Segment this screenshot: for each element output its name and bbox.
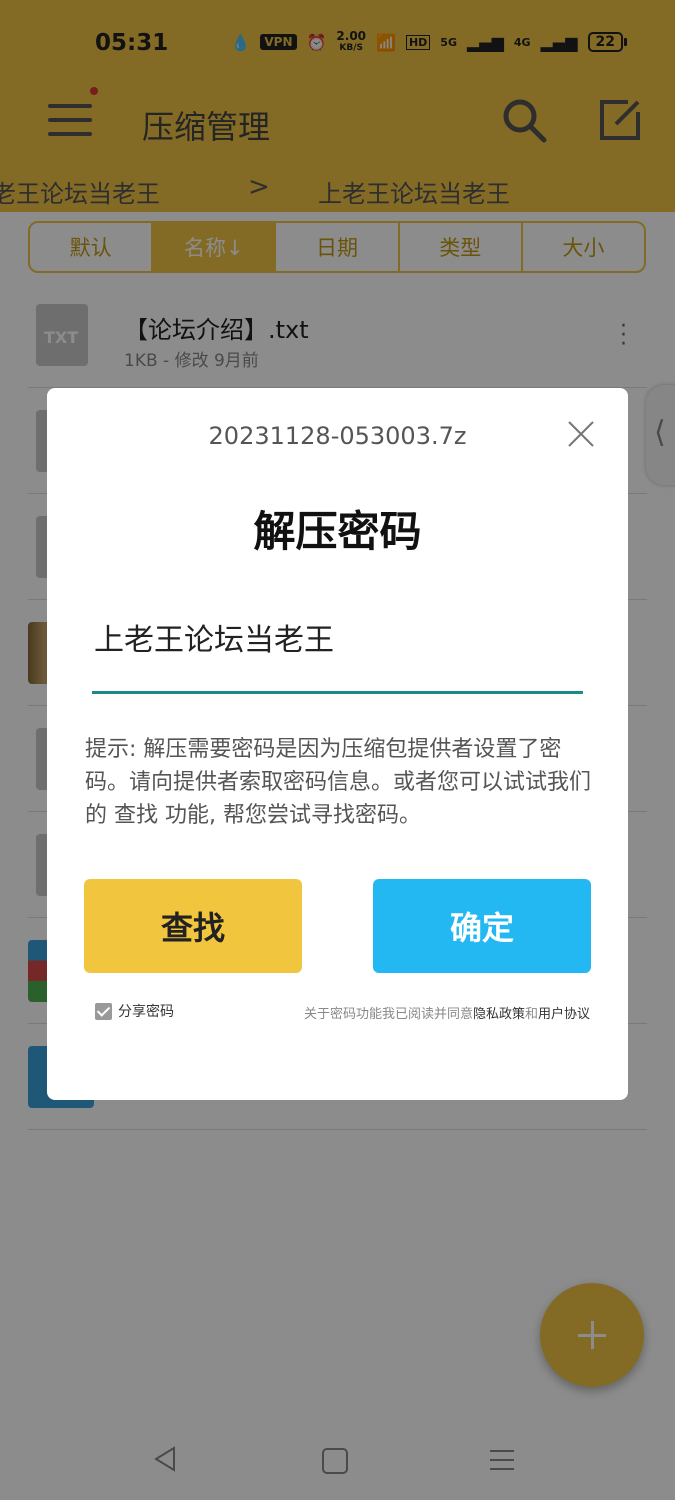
agreement-text: 关于密码功能我已阅读并同意隐私政策和用户协议 bbox=[304, 1003, 590, 1022]
share-checkbox[interactable] bbox=[95, 1002, 112, 1020]
privacy-policy-link[interactable]: 隐私政策 bbox=[473, 1007, 525, 1022]
agreement-and: 和 bbox=[524, 1007, 538, 1022]
find-button[interactable]: 查找 bbox=[84, 879, 302, 973]
confirm-button[interactable]: 确定 bbox=[373, 879, 591, 973]
password-dialog: 20231128-053003.7z 解压密码 提示: 解压需要密码是因为压缩包… bbox=[47, 388, 628, 1100]
share-password-option[interactable]: 分享密码 bbox=[95, 1001, 174, 1021]
agreement-prefix: 关于密码功能我已阅读并同意 bbox=[303, 1007, 473, 1022]
password-input[interactable] bbox=[92, 608, 583, 694]
share-label: 分享密码 bbox=[118, 1004, 174, 1020]
archive-filename: 20231128-053003.7z bbox=[208, 422, 467, 450]
dialog-title: 解压密码 bbox=[253, 507, 422, 556]
hint-text: 提示: 解压需要密码是因为压缩包提供者设置了密码。请向提供者索取密码信息。或者您… bbox=[85, 737, 592, 828]
close-icon[interactable] bbox=[565, 418, 597, 450]
user-agreement-link[interactable]: 用户协议 bbox=[538, 1007, 590, 1022]
